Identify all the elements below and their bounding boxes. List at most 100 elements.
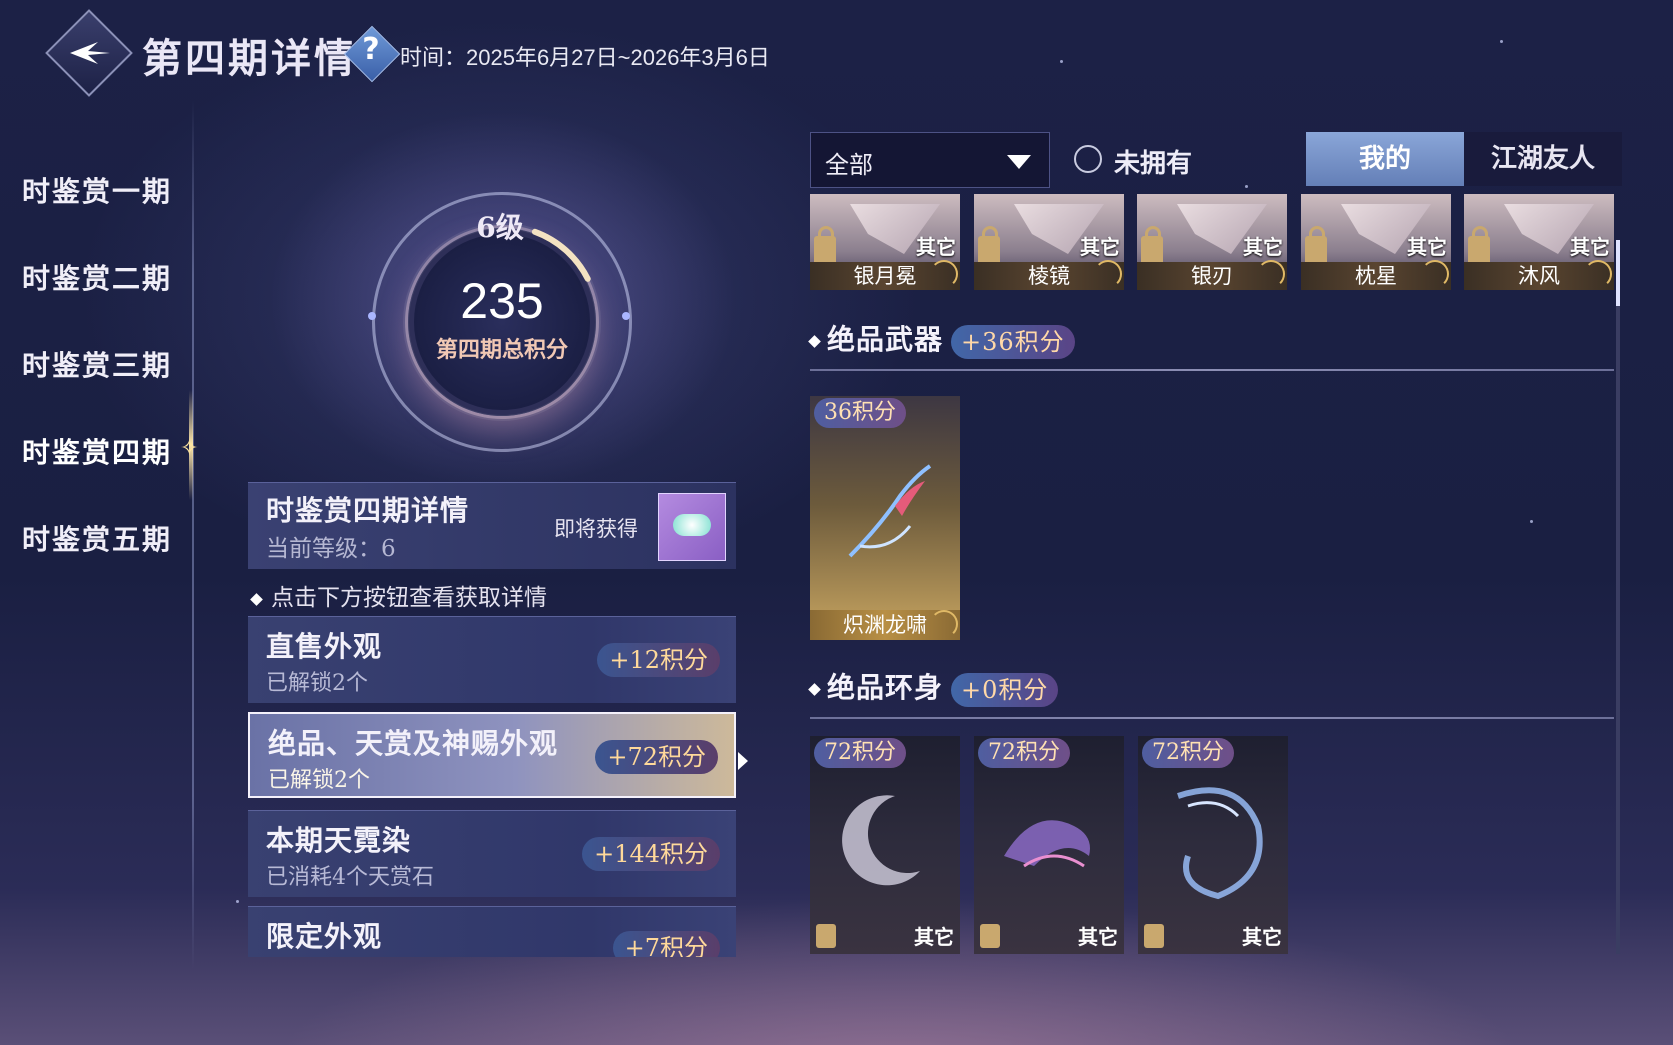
category-points: +72积分 [595,740,718,774]
card-points-badge: 72积分 [1142,738,1234,768]
collection-item[interactable]: 其它 银月冕 [810,194,960,290]
item-tag: 其它 [1242,925,1282,949]
total-score: 235 [460,273,544,329]
section-divider [810,369,1614,371]
scrollbar[interactable] [1616,240,1620,954]
collection-item[interactable]: 其它 棱镜 [974,194,1124,290]
nav-item-season-2[interactable]: 时鉴赏二期 [22,257,172,297]
corner-swirl-icon [1421,260,1449,288]
lock-icon [980,924,1000,948]
weapon-item-card[interactable]: 36积分 炽渊龙啸 [810,396,960,640]
chevron-down-icon [1007,155,1031,169]
total-score-label: 第四期总积分 [435,337,568,363]
back-arrow-icon [70,42,110,64]
corner-swirl-icon [1094,260,1122,288]
star-decoration [1530,520,1533,523]
current-level: 6级 [476,211,524,244]
corner-swirl-icon [1257,260,1285,288]
tab-friends[interactable]: 江湖友人 [1464,132,1622,186]
item-tag: 其它 [1570,235,1610,259]
category-card[interactable]: 限定外观 +7积分 [248,906,736,957]
question-mark-glyph: ? [362,32,380,67]
card-points-badge: 72积分 [814,738,906,768]
section-divider [810,717,1614,719]
nav-item-season-5[interactable]: 时鉴赏五期 [22,518,172,558]
lock-icon [1144,924,1164,948]
unowned-radio-label[interactable]: 未拥有 [1114,143,1192,180]
detail-title: 时鉴赏四期详情 [266,494,470,527]
active-pointer-icon [738,752,748,770]
whale-aura-art [1177,787,1263,900]
collection-item[interactable]: 其它 枕星 [1301,194,1451,290]
section-title: 绝品武器 [827,323,944,356]
soon-obtain-label: 即将获得 [554,517,638,541]
section-points: +36积分 [951,324,1075,359]
aura-item-card[interactable]: 72积分 其它 [1138,736,1288,954]
collection-item[interactable]: 其它 银刃 [1137,194,1287,290]
page-title: 第四期详情 [142,35,357,82]
hint-label: 点击下方按钮查看获取详情 [271,585,547,611]
unowned-radio[interactable] [1074,145,1102,173]
corner-swirl-icon [930,610,958,638]
ring-dot [368,312,376,320]
dragon-weapon-art [848,464,932,558]
corner-swirl-icon [1584,260,1612,288]
lock-icon [1141,226,1163,264]
category-title: 本期天霓染 [266,824,412,857]
section-title: 绝品环身 [827,671,944,704]
category-title: 绝品、天赏及神赐外观 [268,727,559,760]
lock-icon [1305,226,1327,264]
corner-swirl-icon [930,260,958,288]
star-decoration [1060,60,1063,63]
lock-icon [814,226,836,264]
weapon-section-header: 绝品武器 +36积分 [808,318,1075,359]
category-title: 直售外观 [266,630,383,663]
item-tag: 其它 [1243,235,1283,259]
star-decoration [236,900,239,903]
category-subtitle: 已解锁2个 [268,768,370,793]
aura-item-card[interactable]: 72积分 其它 [810,736,960,954]
detail-current-level: 当前等级：6 [266,536,396,562]
diamond-bullet-icon [808,683,821,696]
aura-section-header: 绝品环身 +0积分 [808,666,1059,707]
item-tag: 其它 [914,925,954,949]
swirl-icon: ✧ [180,436,199,461]
category-card-active[interactable]: 绝品、天赏及神赐外观 已解锁2个 +72积分 [248,712,736,798]
nav-item-season-1[interactable]: 时鉴赏一期 [22,170,172,210]
item-tag: 其它 [1407,235,1447,259]
lock-icon [1468,226,1490,264]
category-subtitle: 已消耗4个天赏石 [266,865,434,890]
star-decoration [1245,185,1248,188]
category-points: +7积分 [612,931,720,957]
lock-icon [978,226,1000,264]
lock-icon [816,924,836,948]
card-points-badge: 72积分 [978,738,1070,768]
event-time: 时间：2025年6月27日~2026年3月6日 [400,45,770,70]
star-decoration [1500,40,1503,43]
collection-item[interactable]: 其它 沐风 [1464,194,1614,290]
filter-dropdown[interactable]: 全部 [810,132,1050,188]
tab-mine[interactable]: 我的 [1306,132,1464,186]
season-detail-card[interactable]: 时鉴赏四期详情 当前等级：6 即将获得 [248,482,736,569]
category-title: 限定外观 [266,920,383,953]
item-tag: 其它 [1078,925,1118,949]
next-reward-thumbnail[interactable] [658,493,726,561]
cloud-icon [673,514,711,536]
category-subtitle: 已解锁2个 [266,671,368,696]
moon-aura-art [842,795,920,886]
nav-item-season-3[interactable]: 时鉴赏三期 [22,344,172,384]
aura-item-card[interactable]: 72积分 其它 [974,736,1124,954]
category-points: +12积分 [597,643,720,677]
category-points: +144积分 [582,837,720,871]
nav-item-season-4[interactable]: 时鉴赏四期 [22,431,172,471]
category-card[interactable]: 本期天霓染 已消耗4个天赏石 +144积分 [248,810,736,897]
scrollbar-thumb[interactable] [1616,240,1620,306]
item-tag: 其它 [916,235,956,259]
item-tag: 其它 [1080,235,1120,259]
category-card[interactable]: 直售外观 已解锁2个 +12积分 [248,616,736,703]
diamond-bullet-icon [250,592,263,606]
section-points: +0积分 [951,672,1059,707]
diamond-bullet-icon [808,335,821,348]
filter-dropdown-value: 全部 [825,151,873,179]
koi-aura-art [1004,820,1090,868]
